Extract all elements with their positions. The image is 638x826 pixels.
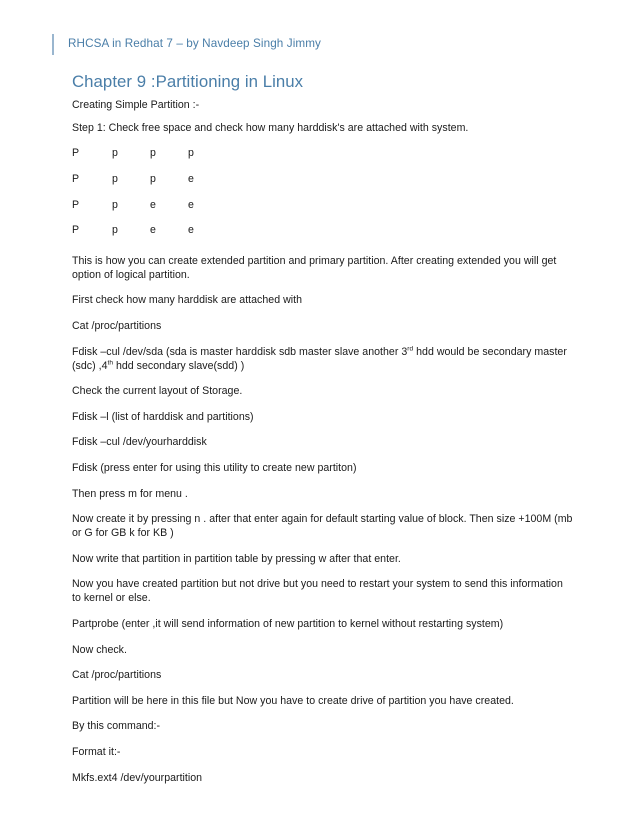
paragraph-create-partition-size: Now create it by pressing n . after that… bbox=[72, 513, 573, 540]
cell-1-0: P bbox=[72, 173, 80, 186]
paragraph-press-m-for-menu: Then press m for menu . bbox=[72, 487, 188, 500]
table-row: P p p p bbox=[72, 146, 226, 172]
paragraph-write-partition-table: Now write that partition in partition ta… bbox=[72, 552, 401, 565]
cell-1-1: p bbox=[112, 173, 118, 186]
fdisk-sda-text-part-1: Fdisk –cul /dev/sda (sda is master hardd… bbox=[72, 345, 408, 358]
cell-2-3: e bbox=[188, 198, 194, 211]
paragraph-step-1: Step 1: Check free space and check how m… bbox=[72, 121, 469, 134]
paragraph-check-current-layout: Check the current layout of Storage. bbox=[72, 385, 243, 398]
paragraph-now-check: Now check. bbox=[72, 643, 127, 656]
command-fdisk-l: Fdisk –l (list of harddisk and partition… bbox=[72, 410, 254, 423]
cell-2-1: p bbox=[112, 198, 118, 211]
cell-0-2: p bbox=[150, 147, 156, 160]
cell-2-2: e bbox=[150, 198, 156, 211]
cell-2-0: P bbox=[72, 198, 80, 211]
command-fdisk-cul-dev-sda: Fdisk –cul /dev/sda (sda is master hardd… bbox=[72, 345, 574, 373]
paragraph-format-it: Format it:- bbox=[72, 745, 121, 758]
document-header: RHCSA in Redhat 7 – by Navdeep Singh Jim… bbox=[52, 33, 321, 55]
cell-0-1: p bbox=[112, 147, 118, 160]
cell-1-2: p bbox=[150, 173, 156, 186]
document-body: Chapter 9 :Partitioning in Linux Creatin… bbox=[72, 72, 574, 785]
table-row: P p p e bbox=[72, 172, 226, 198]
cell-3-3: e bbox=[188, 224, 194, 237]
command-mkfs-ext4: Mkfs.ext4 /dev/yourpartition bbox=[72, 771, 203, 784]
command-fdisk-cul-yourharddisk: Fdisk –cul /dev/yourharddisk bbox=[72, 436, 207, 449]
paragraph-extended-primary-explanation: This is how you can create extended part… bbox=[72, 254, 557, 281]
command-cat-proc-partitions-2: Cat /proc/partitions bbox=[72, 669, 162, 682]
table-row: P p e e bbox=[72, 223, 226, 249]
cell-0-3: p bbox=[188, 147, 194, 160]
cell-3-1: p bbox=[112, 224, 118, 237]
table-row: P p e e bbox=[72, 198, 226, 224]
cell-3-0: P bbox=[72, 224, 80, 237]
command-partprobe: Partprobe (enter ,it will send informati… bbox=[72, 618, 504, 631]
paragraph-partition-in-file: Partition will be here in this file but … bbox=[72, 694, 514, 707]
chapter-title: Chapter 9 :Partitioning in Linux bbox=[72, 72, 304, 91]
paragraph-first-check-harddisk: First check how many harddisk are attach… bbox=[72, 294, 302, 307]
partition-type-grid: P p p p P p p e P p e e P p e e bbox=[72, 146, 226, 248]
paragraph-by-this-command: By this command:- bbox=[72, 720, 161, 733]
cell-1-3: e bbox=[188, 173, 194, 186]
cell-3-2: e bbox=[150, 224, 156, 237]
paragraph-creating-simple-partition: Creating Simple Partition :- bbox=[72, 98, 200, 111]
header-accent-bar bbox=[52, 33, 54, 55]
command-cat-proc-partitions-1: Cat /proc/partitions bbox=[72, 320, 162, 333]
header-title: RHCSA in Redhat 7 – by Navdeep Singh Jim… bbox=[68, 37, 322, 51]
cell-0-0: P bbox=[72, 147, 80, 160]
command-fdisk: Fdisk (press enter for using this utilit… bbox=[72, 461, 357, 474]
paragraph-restart-to-send-info: Now you have created partition but not d… bbox=[72, 578, 563, 605]
document-page: RHCSA in Redhat 7 – by Navdeep Singh Jim… bbox=[0, 0, 638, 826]
fdisk-sda-text-part-3: hdd secondary slave(sdd) ) bbox=[113, 359, 245, 372]
